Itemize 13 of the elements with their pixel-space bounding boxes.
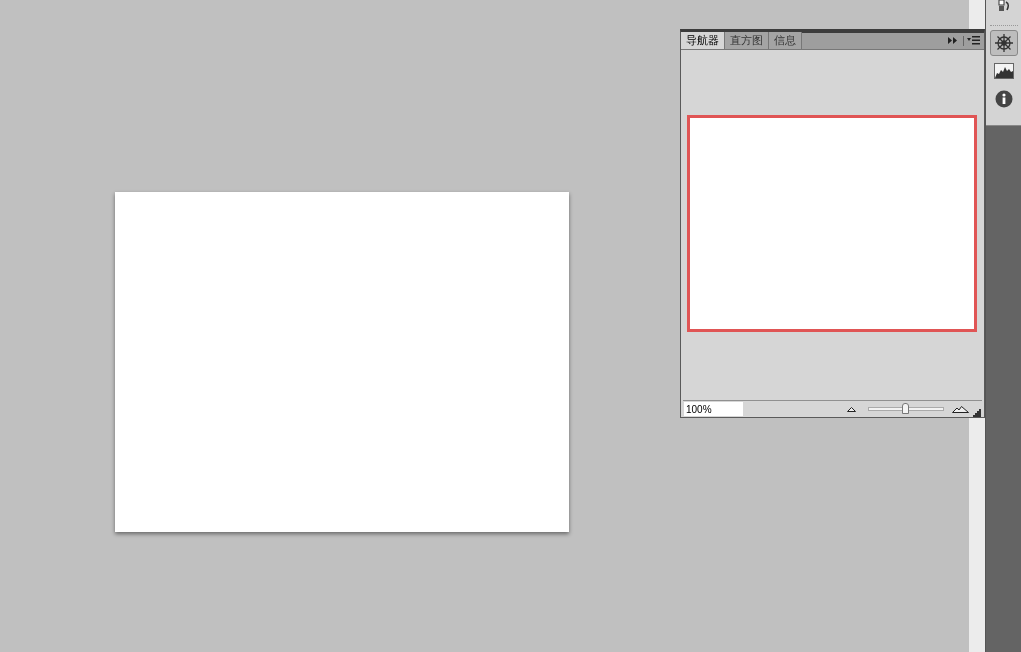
expand-icon[interactable] (948, 37, 958, 44)
tool-icon[interactable] (996, 0, 1011, 12)
panel-tab[interactable]: 直方图 (725, 32, 769, 49)
zoom-slider-thumb[interactable] (902, 403, 909, 414)
menu-icon[interactable] (967, 36, 980, 45)
zoom-in-icon[interactable] (952, 405, 969, 413)
navigator-icon[interactable] (989, 30, 1018, 56)
panel-tab[interactable]: 导航器 (681, 32, 725, 49)
view-box[interactable] (687, 115, 977, 332)
zoom-field[interactable]: 100% (684, 402, 743, 416)
panel-tab[interactable]: 信息 (769, 32, 802, 49)
zoom-out-icon[interactable] (847, 406, 856, 412)
resize-grip-icon[interactable] (973, 409, 981, 417)
